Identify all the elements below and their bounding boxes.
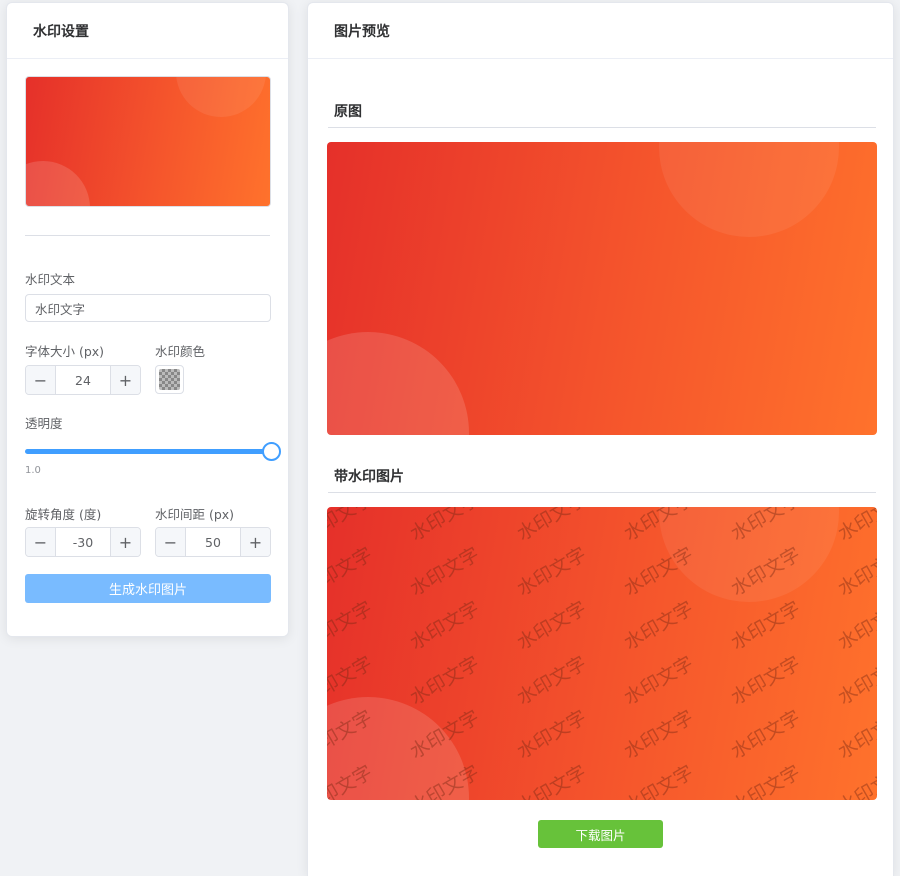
watermark-text: 水印文字 xyxy=(406,760,484,800)
watermark-text: 水印文字 xyxy=(327,651,377,709)
watermark-text: 水印文字 xyxy=(513,706,591,764)
watermark-text: 水印文字 xyxy=(727,542,805,600)
opacity-slider-track[interactable] xyxy=(25,449,271,454)
divider xyxy=(328,127,876,128)
source-image-thumbnail[interactable] xyxy=(25,76,271,207)
rotation-stepper[interactable]: − -30 + xyxy=(25,527,141,557)
watermark-text: 水印文字 xyxy=(327,597,377,655)
watermark-text: 水印文字 xyxy=(406,542,484,600)
settings-header: 水印设置 xyxy=(7,3,288,59)
watermark-text: 水印文字 xyxy=(834,706,877,764)
generate-watermark-button[interactable]: 生成水印图片 xyxy=(25,574,271,603)
font-size-value[interactable]: 24 xyxy=(56,366,110,394)
watermark-text: 水印文字 xyxy=(834,507,877,546)
preview-title: 图片预览 xyxy=(334,23,390,40)
original-image xyxy=(327,142,877,435)
watermark-text: 水印文字 xyxy=(727,706,805,764)
opacity-label: 透明度 xyxy=(25,416,63,431)
color-label: 水印颜色 xyxy=(155,344,206,359)
watermark-text: 水印文字 xyxy=(620,706,698,764)
watermark-text-value: 水印文字 xyxy=(35,301,86,317)
decor-circle xyxy=(176,77,266,117)
watermark-text-input[interactable]: 水印文字 xyxy=(25,294,271,322)
divider xyxy=(328,492,876,493)
settings-title: 水印设置 xyxy=(33,23,89,40)
watermark-text: 水印文字 xyxy=(834,597,877,655)
image-preview-panel: 图片预览 原图 带水印图片 水印文字 水印文字 水印文字 水印文字 水印文字 水印文字 水印… xyxy=(307,2,894,876)
download-image-button[interactable]: 下载图片 xyxy=(538,820,663,848)
watermark-text: 水印文字 xyxy=(620,507,698,546)
preview-header: 图片预览 xyxy=(308,3,893,59)
opacity-slider-handle[interactable] xyxy=(262,442,281,461)
decor-circle xyxy=(26,161,90,206)
watermark-text: 水印文字 xyxy=(620,542,698,600)
watermark-text: 水印文字 xyxy=(834,651,877,709)
watermark-settings-panel: 水印设置 水印文本 水印文字 字体大小 (px) − 24 + 水印颜色 透明度… xyxy=(6,2,289,637)
watermark-text: 水印文字 xyxy=(513,651,591,709)
watermarked-image-label: 带水印图片 xyxy=(334,469,404,485)
watermark-text: 水印文字 xyxy=(620,651,698,709)
decor-circle xyxy=(659,142,839,237)
spacing-stepper[interactable]: − 50 + xyxy=(155,527,271,557)
watermark-text: 水印文字 xyxy=(620,760,698,800)
checkerboard-swatch-icon xyxy=(159,369,180,390)
spacing-increase-button[interactable]: + xyxy=(240,528,270,556)
settings-body: 水印文本 水印文字 字体大小 (px) − 24 + 水印颜色 透明度 1.0 … xyxy=(7,59,288,603)
watermark-text: 水印文字 xyxy=(327,542,377,600)
watermark-text: 水印文字 xyxy=(620,597,698,655)
watermark-text: 水印文字 xyxy=(513,760,591,800)
watermark-text: 水印文字 xyxy=(406,507,484,546)
watermark-text: 水印文字 xyxy=(513,542,591,600)
rotation-label: 旋转角度 (度) xyxy=(25,507,102,522)
watermark-text: 水印文字 xyxy=(406,651,484,709)
rotation-value[interactable]: -30 xyxy=(56,528,110,556)
spacing-label: 水印间距 (px) xyxy=(155,507,235,522)
spacing-decrease-button[interactable]: − xyxy=(156,528,186,556)
watermark-text: 水印文字 xyxy=(513,507,591,546)
rotation-increase-button[interactable]: + xyxy=(110,528,140,556)
watermark-text-label: 水印文本 xyxy=(25,272,76,287)
font-size-stepper[interactable]: − 24 + xyxy=(25,365,141,395)
color-picker-button[interactable] xyxy=(155,365,184,394)
watermark-text: 水印文字 xyxy=(727,651,805,709)
opacity-value: 1.0 xyxy=(25,465,41,476)
watermark-text: 水印文字 xyxy=(727,507,805,546)
watermark-text: 水印文字 xyxy=(327,507,377,546)
watermark-text-layer: 水印文字 水印文字 水印文字 水印文字 水印文字 水印文字 水印文字 水印文字 水印文字 水印文字… xyxy=(327,507,877,800)
watermark-text: 水印文字 xyxy=(727,760,805,800)
watermark-text: 水印文字 xyxy=(513,597,591,655)
font-size-decrease-button[interactable]: − xyxy=(26,366,56,394)
font-size-increase-button[interactable]: + xyxy=(110,366,140,394)
watermark-text: 水印文字 xyxy=(727,597,805,655)
watermark-text: 水印文字 xyxy=(834,760,877,800)
spacing-value[interactable]: 50 xyxy=(186,528,240,556)
decor-circle xyxy=(327,332,469,435)
watermark-text: 水印文字 xyxy=(327,706,377,764)
font-size-label: 字体大小 (px) xyxy=(25,344,105,359)
rotation-decrease-button[interactable]: − xyxy=(26,528,56,556)
watermarked-image: 水印文字 水印文字 水印文字 水印文字 水印文字 水印文字 水印文字 水印文字 水印文字 水印文字… xyxy=(327,507,877,800)
original-image-label: 原图 xyxy=(334,104,362,120)
opacity-slider[interactable] xyxy=(25,441,281,461)
watermark-text: 水印文字 xyxy=(406,597,484,655)
watermark-text: 水印文字 xyxy=(327,760,377,800)
divider xyxy=(25,235,270,236)
watermark-text: 水印文字 xyxy=(834,542,877,600)
watermark-text: 水印文字 xyxy=(406,706,484,764)
